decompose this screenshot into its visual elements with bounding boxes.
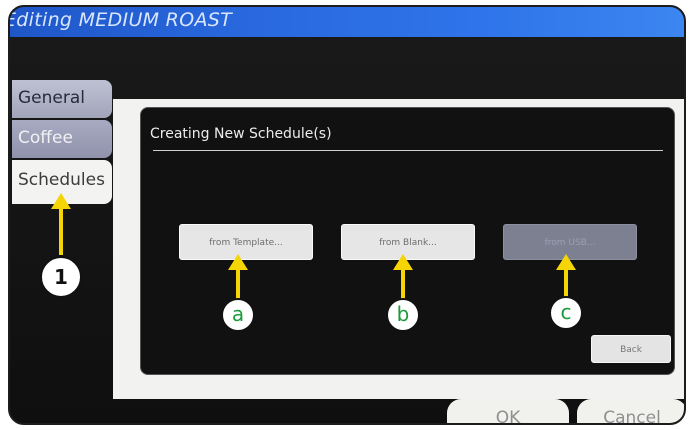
arrow-up-icon <box>556 254 576 300</box>
title-bar: Editing MEDIUM ROAST <box>10 7 684 37</box>
new-schedule-dialog: Creating New Schedule(s) from Template..… <box>140 107 675 375</box>
tab-coffee[interactable]: Coffee <box>12 120 112 158</box>
cancel-button[interactable]: Cancel <box>577 399 684 423</box>
ok-button[interactable]: OK <box>447 399 569 423</box>
dialog-title: Creating New Schedule(s) <box>150 126 332 142</box>
arrow-up-icon <box>228 254 248 300</box>
arrow-up-icon <box>393 254 413 300</box>
tab-general[interactable]: General <box>12 80 112 118</box>
callout-marker-b: b <box>386 298 420 332</box>
callout-marker-a: a <box>221 298 255 332</box>
arrow-shaft <box>59 207 63 255</box>
back-button[interactable]: Back <box>591 335 671 363</box>
callout-marker-c: c <box>549 296 583 330</box>
arrow-shaft <box>401 268 405 300</box>
arrow-up-icon <box>51 193 71 255</box>
annotated-screenshot: Editing MEDIUM ROAST General Coffee Sche… <box>0 0 694 430</box>
window-title: Editing MEDIUM ROAST <box>8 9 233 31</box>
arrow-shaft <box>236 268 240 300</box>
dialog-divider <box>153 150 663 151</box>
device-screen: Editing MEDIUM ROAST General Coffee Sche… <box>8 5 686 425</box>
step-marker: 1 <box>40 256 82 298</box>
